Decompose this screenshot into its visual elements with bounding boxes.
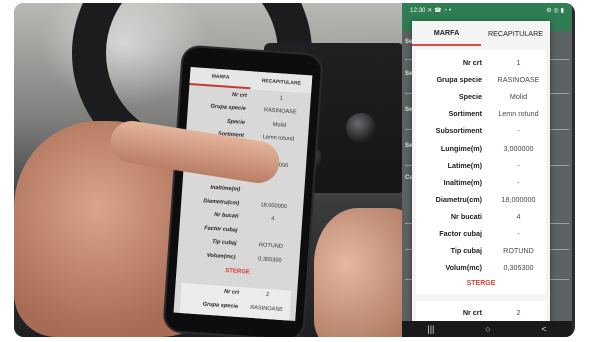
image-frame: MARFA RECAPITULARE Nr crt 1 Grupa specie RA… bbox=[14, 3, 575, 337]
delete-button[interactable]: STERGE bbox=[416, 276, 546, 292]
detail-value bbox=[242, 231, 301, 235]
status-notification-icons: ✕ ☎ ◔ • bbox=[427, 6, 452, 14]
android-nav-bar: ||| ○ < bbox=[402, 321, 572, 337]
detail-value: 1 bbox=[279, 95, 283, 102]
detail-label: Nr bucati bbox=[450, 211, 482, 221]
car-interior-photo: MARFA RECAPITULARE Nr crt 1 Grupa specie RA… bbox=[14, 3, 424, 337]
tab-marfa[interactable]: MARFA bbox=[412, 21, 481, 46]
detail-label: Specie bbox=[226, 118, 246, 126]
handheld-phone-screen: MARFA RECAPITULARE Nr crt 1 Grupa specie RA… bbox=[173, 67, 313, 321]
tab-recapitulare[interactable]: RECAPITULARE bbox=[481, 21, 550, 46]
home-icon[interactable]: ○ bbox=[485, 324, 490, 334]
app-screenshot: 12:30 ✕ ☎ ◔ • ⚙ ◎ ▮ Sel Sel Sel Sel Cu M… bbox=[402, 3, 572, 337]
detail-row: Lungime(m) 3,000000 bbox=[416, 139, 546, 156]
detail-row: Grupa specie RASINOASE bbox=[416, 71, 546, 88]
detail-label: Subsortiment bbox=[435, 126, 482, 136]
detail-value: 2 bbox=[265, 292, 270, 299]
detail-row: Specie Molid bbox=[416, 88, 546, 105]
detail-value: - bbox=[517, 160, 520, 170]
detail-row: Tip cubaj ROTUND bbox=[416, 242, 546, 259]
detail-value: RASINOASE bbox=[263, 107, 297, 116]
detail-label: Inaltime(m) bbox=[210, 184, 241, 194]
detail-label: Factor cubaj bbox=[203, 225, 238, 234]
detail-label: Volum(mc) bbox=[445, 263, 482, 273]
detail-label: Grupa specie bbox=[436, 75, 482, 85]
detail-label: Nr crt bbox=[223, 289, 240, 297]
detail-value: Lemn rotund bbox=[498, 109, 539, 119]
status-bar: 12:30 ✕ ☎ ◔ • ⚙ ◎ ▮ bbox=[402, 3, 572, 17]
detail-value: ROTUND bbox=[258, 242, 283, 251]
detail-label: Factor cubaj bbox=[439, 228, 482, 238]
detail-value: - bbox=[517, 228, 520, 238]
detail-value: RASINOASE bbox=[249, 304, 283, 313]
status-time: 12:30 bbox=[410, 6, 426, 14]
detail-value: 18,000000 bbox=[260, 202, 288, 210]
detail-row: Nr crt 1 bbox=[416, 54, 546, 71]
detail-row: Nr bucati 4 bbox=[416, 208, 546, 225]
detail-label: Tip cubaj bbox=[450, 246, 482, 256]
detail-value: Molid bbox=[509, 92, 528, 102]
detail-row: Latime(m) - bbox=[416, 157, 546, 174]
detail-label: Grupa specie bbox=[210, 103, 247, 113]
handheld-next-card: Nr crt 2 Grupa specie RASINOASE bbox=[178, 282, 292, 321]
status-left: 12:30 ✕ ☎ ◔ • bbox=[410, 7, 451, 14]
detail-label: Tip cubaj bbox=[211, 239, 237, 247]
detail-row: Factor cubaj - bbox=[416, 225, 546, 242]
detail-label: Inaltime(m) bbox=[443, 177, 482, 187]
detail-value: - bbox=[517, 177, 520, 187]
detail-label: Nr crt bbox=[462, 308, 482, 318]
detail-row: Inaltime(m) - bbox=[416, 174, 546, 191]
detail-value: 0,305300 bbox=[258, 255, 282, 264]
handheld-phone: MARFA RECAPITULARE Nr crt 1 Grupa specie RA… bbox=[164, 46, 322, 337]
detail-value: Molid bbox=[272, 121, 287, 129]
detail-value: 2 bbox=[516, 308, 521, 318]
item-detail-list: Nr crt 1 Grupa specie RASINOASE Specie Molid S… bbox=[416, 54, 546, 276]
detail-label: Volum(mc) bbox=[206, 252, 236, 261]
detail-label: Diametru(cm) bbox=[435, 194, 482, 204]
detail-row: Subsortiment - bbox=[416, 122, 546, 139]
detail-row: Nr crt 2 bbox=[416, 304, 546, 321]
detail-value: 4 bbox=[270, 216, 275, 223]
detail-value: RASINOASE bbox=[497, 75, 540, 85]
dashboard-knob bbox=[346, 113, 376, 143]
detail-row: Diametru(cm) 18,000000 bbox=[416, 191, 546, 208]
detail-value: 4 bbox=[516, 211, 521, 221]
item-card: Nr crt 1 Grupa specie RASINOASE Specie Molid S… bbox=[416, 50, 546, 295]
detail-value: 3,000000 bbox=[503, 143, 534, 153]
detail-value: 18,000000 bbox=[501, 194, 536, 204]
detail-label: Specie bbox=[458, 92, 482, 102]
detail-value: 0,305300 bbox=[503, 263, 534, 273]
detail-row: Sortiment Lemn rotund bbox=[416, 105, 546, 122]
detail-label: Nr crt bbox=[231, 91, 248, 99]
detail-label: Nr bucati bbox=[213, 212, 239, 220]
detail-value bbox=[245, 190, 304, 194]
detail-label: Grupa specie bbox=[202, 301, 239, 310]
detail-label: Sortiment bbox=[448, 109, 482, 119]
detail-value: ROTUND bbox=[503, 246, 534, 256]
detail-label: Lungime(m) bbox=[440, 143, 482, 153]
recents-icon[interactable]: ||| bbox=[427, 324, 434, 334]
dialog-tabs: MARFA RECAPITULARE bbox=[412, 21, 550, 46]
back-icon[interactable]: < bbox=[541, 324, 546, 334]
item-details-dialog: MARFA RECAPITULARE Nr crt 1 Grupa specie RA… bbox=[412, 21, 550, 337]
detail-value: 1 bbox=[516, 58, 521, 68]
status-system-icons: ⚙ ◎ ▮ bbox=[546, 6, 564, 14]
detail-label: Latime(m) bbox=[447, 160, 482, 170]
detail-row: Volum(mc) 0,305300 bbox=[416, 259, 546, 276]
detail-label: Diametru(cm) bbox=[203, 198, 240, 207]
detail-label: Nr crt bbox=[462, 58, 482, 68]
detail-value: - bbox=[517, 126, 520, 136]
